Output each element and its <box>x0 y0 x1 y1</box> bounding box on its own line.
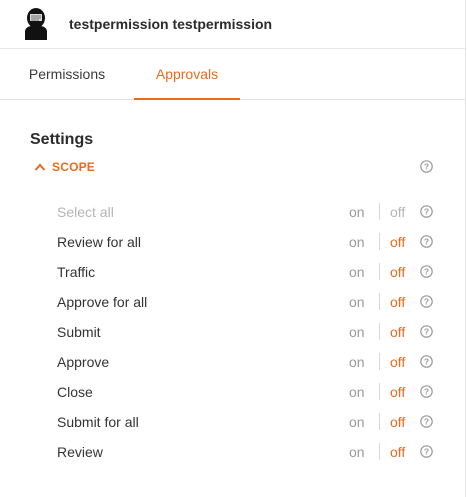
toggle-on-option[interactable]: on <box>349 264 365 280</box>
toggle-on-option[interactable]: on <box>349 234 365 250</box>
svg-text:?: ? <box>424 237 429 247</box>
help-icon[interactable]: ? <box>420 160 433 173</box>
setting-label: Review <box>57 444 103 460</box>
svg-text:?: ? <box>424 327 429 337</box>
toggle-off-option[interactable]: off <box>390 384 405 400</box>
setting-label: Submit for all <box>57 414 139 430</box>
user-avatar-icon <box>23 8 49 40</box>
toggle-divider <box>379 353 380 370</box>
toggle-on-option[interactable]: on <box>349 294 365 310</box>
toggle-on-option[interactable]: on <box>349 324 365 340</box>
chevron-up-icon[interactable] <box>34 162 46 172</box>
setting-row: Approve for all on off? <box>0 287 466 317</box>
scope-label: SCOPE <box>52 160 96 174</box>
svg-text:?: ? <box>424 387 429 397</box>
toggle-divider <box>379 233 380 250</box>
toggle-off-option[interactable]: off <box>390 324 405 340</box>
svg-text:?: ? <box>424 297 429 307</box>
svg-text:?: ? <box>424 447 429 457</box>
toggle-divider <box>379 383 380 400</box>
setting-label: Close <box>57 384 93 400</box>
toggle-on-option[interactable]: on <box>349 414 365 430</box>
toggle-on-option[interactable]: on <box>349 204 365 220</box>
toggle-on-option[interactable]: on <box>349 384 365 400</box>
tab-bar: Permissions Approvals <box>0 49 465 100</box>
user-name: testpermission testpermission <box>69 16 273 32</box>
setting-label: Approve for all <box>57 294 148 310</box>
settings-title: Settings <box>30 131 94 148</box>
setting-label: Approve <box>57 354 110 370</box>
toggle-off-option[interactable]: off <box>390 444 405 460</box>
toggle-off-option[interactable]: off <box>390 294 405 310</box>
toggle-off-option[interactable]: off <box>390 414 405 430</box>
user-permissions-panel: testpermission testpermission Permission… <box>0 0 466 497</box>
setting-row: Approve on off? <box>0 347 466 377</box>
tab-approvals[interactable]: Approvals <box>134 49 240 100</box>
toggle-divider <box>379 203 380 220</box>
setting-row: Review for all on off? <box>0 227 466 257</box>
svg-text:?: ? <box>424 267 429 277</box>
scope-section-header[interactable]: SCOPE ? <box>34 157 434 177</box>
setting-label: Submit <box>57 324 101 340</box>
help-icon[interactable]: ? <box>420 295 433 308</box>
help-icon[interactable]: ? <box>420 235 433 248</box>
svg-text:?: ? <box>424 417 429 427</box>
user-header: testpermission testpermission <box>0 0 465 49</box>
help-icon[interactable]: ? <box>420 445 433 458</box>
setting-label: Select all <box>57 204 114 220</box>
svg-text:?: ? <box>424 207 429 217</box>
toggle-on-option[interactable]: on <box>349 354 365 370</box>
toggle-divider <box>379 443 380 460</box>
setting-row: Traffic on off? <box>0 257 466 287</box>
help-icon[interactable]: ? <box>420 385 433 398</box>
setting-label: Review for all <box>57 234 142 250</box>
scope-settings-list: Select all on off? Review for all on off? Traf… <box>0 197 466 467</box>
toggle-divider <box>379 263 380 280</box>
toggle-off-option[interactable]: off <box>390 264 405 280</box>
help-icon[interactable]: ? <box>420 355 433 368</box>
toggle-off-option[interactable]: off <box>390 204 405 220</box>
setting-row: Select all on off? <box>0 197 466 227</box>
toggle-divider <box>379 323 380 340</box>
svg-text:?: ? <box>424 357 429 367</box>
help-icon[interactable]: ? <box>420 265 433 278</box>
toggle-off-option[interactable]: off <box>390 354 405 370</box>
tab-permissions[interactable]: Permissions <box>0 49 134 99</box>
svg-text:?: ? <box>424 162 429 172</box>
setting-row: Review on off? <box>0 437 466 467</box>
toggle-divider <box>379 293 380 310</box>
help-icon[interactable]: ? <box>420 415 433 428</box>
toggle-divider <box>379 413 380 430</box>
setting-row: Submit for all on off? <box>0 407 466 437</box>
help-icon[interactable]: ? <box>420 205 433 218</box>
setting-row: Close on off? <box>0 377 466 407</box>
help-icon[interactable]: ? <box>420 325 433 338</box>
setting-label: Traffic <box>57 264 96 280</box>
setting-row: Submit on off? <box>0 317 466 347</box>
toggle-on-option[interactable]: on <box>349 444 365 460</box>
toggle-off-option[interactable]: off <box>390 234 405 250</box>
